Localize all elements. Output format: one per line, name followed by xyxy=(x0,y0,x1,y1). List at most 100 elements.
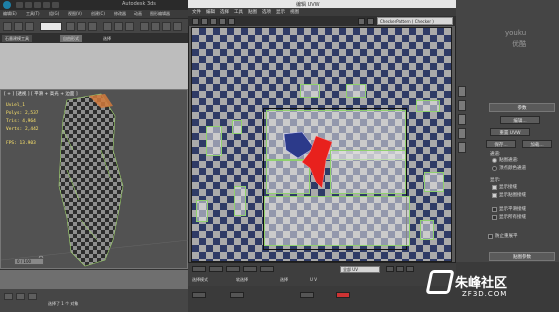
mirror-icon[interactable] xyxy=(173,22,182,31)
params-rollout-header[interactable]: 参数 xyxy=(489,103,555,112)
uv-island[interactable] xyxy=(264,196,410,246)
uvw-menu-display[interactable]: 显示 xyxy=(276,9,285,15)
tab-graphite-modeling[interactable]: 石墨建模工具 xyxy=(2,35,32,42)
uv-island[interactable] xyxy=(300,84,320,98)
map-channel-radio[interactable] xyxy=(492,158,497,163)
option-checkbox[interactable] xyxy=(230,292,244,298)
menu-graph-editors[interactable]: 图形编辑器 xyxy=(150,11,170,17)
rotate-icon[interactable] xyxy=(114,22,123,31)
uvw-menu-file[interactable]: 文件 xyxy=(192,9,201,15)
panel-side-tab[interactable] xyxy=(458,128,466,139)
zoom-extents-icon[interactable] xyxy=(406,266,414,272)
option-checkbox[interactable] xyxy=(300,292,314,298)
color-swatch[interactable] xyxy=(336,292,350,298)
uv-abs-button[interactable] xyxy=(209,266,223,272)
edit-uvw-button[interactable]: 编辑... xyxy=(500,116,540,124)
redo-icon[interactable] xyxy=(52,2,59,8)
menu-views[interactable]: 视图(V) xyxy=(68,11,82,17)
uv-island[interactable] xyxy=(234,186,246,216)
display-label: 显示: xyxy=(490,178,501,183)
uv-island[interactable] xyxy=(196,200,208,222)
map-params-rollout-header[interactable]: 贴图参数 xyxy=(489,252,555,261)
uvw-menu-mapping[interactable]: 贴图 xyxy=(248,9,257,15)
reset-uvw-button[interactable]: 重置 UVW xyxy=(490,128,530,136)
panel-side-tab[interactable] xyxy=(458,100,466,111)
panel-side-tab[interactable] xyxy=(458,142,466,153)
open-file-icon[interactable] xyxy=(25,2,32,8)
prevent-reflatten-checkbox[interactable] xyxy=(488,234,493,239)
uv-island[interactable] xyxy=(346,84,366,98)
vertex-color-radio[interactable] xyxy=(492,166,497,171)
textured-mesh-object[interactable] xyxy=(58,93,124,267)
save-file-icon[interactable] xyxy=(34,2,41,8)
selection-filter-dropdown[interactable] xyxy=(40,22,62,31)
perspective-viewport[interactable] xyxy=(0,89,190,269)
uv-scale-icon[interactable] xyxy=(210,18,217,25)
uvw-menu-tools[interactable]: 工具 xyxy=(234,9,243,15)
panel-side-tab[interactable] xyxy=(458,114,466,125)
uv-move-icon[interactable] xyxy=(192,18,199,25)
uv-island[interactable] xyxy=(330,150,406,194)
uv-freeform-icon[interactable] xyxy=(219,18,226,25)
zoom-icon[interactable] xyxy=(396,266,404,272)
uv-w-field[interactable] xyxy=(260,266,274,272)
show-map-icon[interactable] xyxy=(358,18,365,25)
save-uvw-button[interactable]: 保存... xyxy=(486,140,516,148)
uvw-menu-view[interactable]: 视图 xyxy=(290,9,299,15)
undo-tool-icon[interactable] xyxy=(3,22,12,31)
app-logo-icon[interactable] xyxy=(3,1,11,9)
display-option-checkbox[interactable] xyxy=(492,215,497,220)
select-by-name-icon[interactable] xyxy=(77,22,86,31)
snap-icon[interactable] xyxy=(140,22,149,31)
uvw-title-bar[interactable] xyxy=(188,0,456,8)
uv-island[interactable] xyxy=(424,172,444,192)
selected-uv-faces[interactable] xyxy=(280,130,340,192)
uv-v-field[interactable] xyxy=(243,266,257,272)
angle-snap-icon[interactable] xyxy=(151,22,160,31)
menu-tools[interactable]: 工具(T) xyxy=(26,11,40,17)
lock-selection-icon[interactable] xyxy=(16,293,25,300)
tab-freeform[interactable]: 自由形式 xyxy=(60,35,82,42)
uv-channel-icon[interactable] xyxy=(367,18,374,25)
scale-icon[interactable] xyxy=(125,22,134,31)
menu-modifiers[interactable]: 修改器 xyxy=(114,11,126,17)
percent-snap-icon[interactable] xyxy=(162,22,171,31)
tab-selection[interactable]: 选择 xyxy=(100,35,114,42)
pan-icon[interactable] xyxy=(386,266,394,272)
uv-island[interactable] xyxy=(416,100,440,112)
option-checkbox[interactable] xyxy=(192,292,206,298)
uv-island[interactable] xyxy=(232,120,242,134)
unlink-tool-icon[interactable] xyxy=(25,22,34,31)
uv-u-field[interactable] xyxy=(226,266,240,272)
menu-create[interactable]: 创建(C) xyxy=(91,11,105,17)
menu-edit[interactable]: 编辑(E) xyxy=(3,11,17,17)
uvw-menu-options[interactable]: 选项 xyxy=(262,9,271,15)
select-icon[interactable] xyxy=(66,22,75,31)
zoom-selector[interactable]: 全部 UV xyxy=(340,266,380,273)
maxscript-listener-icon[interactable] xyxy=(4,293,13,300)
uv-mirror-icon[interactable] xyxy=(228,18,235,25)
isolate-icon[interactable] xyxy=(28,293,37,300)
menu-group[interactable]: 组(G) xyxy=(49,11,59,17)
move-icon[interactable] xyxy=(103,22,112,31)
track-bar[interactable] xyxy=(0,269,188,289)
load-uvw-button[interactable]: 加载... xyxy=(522,140,552,148)
new-file-icon[interactable] xyxy=(16,2,23,8)
uv-rotate-icon[interactable] xyxy=(201,18,208,25)
uvw-menu-edit[interactable]: 编辑 xyxy=(206,9,215,15)
display-option-checkbox[interactable] xyxy=(492,185,497,190)
texture-dropdown[interactable]: CheckerPattern ( Checker ) xyxy=(377,17,453,25)
undo-icon[interactable] xyxy=(43,2,50,8)
uv-island[interactable] xyxy=(420,220,434,240)
time-slider[interactable]: 0 / 100 xyxy=(14,258,44,265)
panel-side-tab[interactable] xyxy=(458,86,466,97)
uvw-menu-select[interactable]: 选择 xyxy=(220,9,229,15)
uv-lock-button[interactable] xyxy=(192,266,206,272)
display-option-checkbox[interactable] xyxy=(492,193,497,198)
uv-island[interactable] xyxy=(206,126,222,156)
menu-animation[interactable]: 动画 xyxy=(134,11,142,17)
viewport-label[interactable]: [ + ] [透视 ] [ 平滑 + 高光 + 边面 ] xyxy=(4,91,78,97)
link-tool-icon[interactable] xyxy=(14,22,23,31)
display-option-checkbox[interactable] xyxy=(492,207,497,212)
rect-select-icon[interactable] xyxy=(88,22,97,31)
